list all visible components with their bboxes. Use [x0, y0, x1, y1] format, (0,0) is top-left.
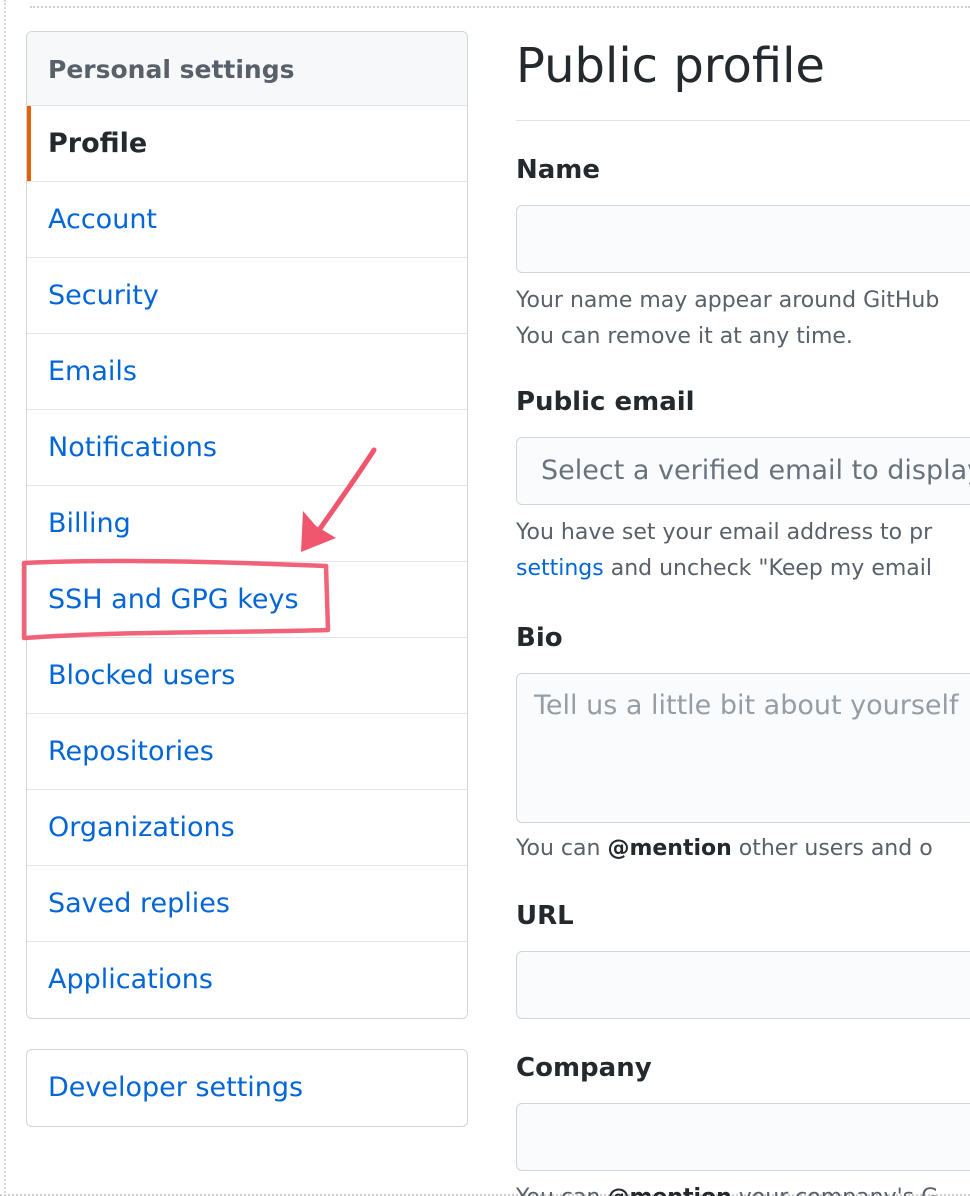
- sidebar-item-billing[interactable]: Billing: [27, 486, 467, 562]
- public-email-select-value: Select a verified email to display: [541, 455, 970, 486]
- settings-page: Personal settings Profile Account Securi…: [0, 0, 970, 1196]
- bio-note-prefix: You can: [516, 836, 608, 861]
- company-input[interactable]: [516, 1103, 970, 1171]
- bio-note: You can @mention other users and o: [516, 831, 933, 867]
- bio-label: Bio: [516, 623, 563, 653]
- sidebar-item-blocked-users[interactable]: Blocked users: [27, 638, 467, 714]
- name-label: Name: [516, 155, 601, 185]
- sidebar-item-developer-settings[interactable]: Developer settings: [27, 1050, 467, 1126]
- name-note-line1: Your name may appear around GitHub: [516, 288, 940, 313]
- menu-heading: Personal settings: [27, 32, 467, 106]
- sidebar-item-emails[interactable]: Emails: [27, 334, 467, 410]
- page-title: Public profile: [516, 38, 825, 94]
- sidebar-item-applications[interactable]: Applications: [27, 942, 467, 1018]
- company-note-suffix: your company's G: [732, 1185, 938, 1196]
- sidebar-item-repositories[interactable]: Repositories: [27, 714, 467, 790]
- sidebar-item-account[interactable]: Account: [27, 182, 467, 258]
- url-input[interactable]: [516, 951, 970, 1019]
- bio-note-mention: @mention: [607, 836, 732, 861]
- public-email-label: Public email: [516, 387, 695, 417]
- dotted-border-top: [30, 0, 970, 8]
- sidebar-item-organizations[interactable]: Organizations: [27, 790, 467, 866]
- company-label: Company: [516, 1053, 652, 1083]
- bio-textarea[interactable]: Tell us a little bit about yourself: [516, 673, 970, 823]
- sidebar-item-ssh-gpg-keys[interactable]: SSH and GPG keys: [27, 562, 467, 638]
- public-email-note-line2: settings and uncheck "Keep my email: [516, 551, 932, 587]
- personal-settings-menu: Personal settings Profile Account Securi…: [26, 31, 468, 1019]
- bio-placeholder: Tell us a little bit about yourself: [534, 690, 959, 721]
- title-divider: [516, 120, 970, 121]
- company-note: You can @mention your company's G: [516, 1180, 938, 1196]
- public-email-note-line1: You have set your email address to pr: [516, 520, 933, 545]
- sidebar-item-security[interactable]: Security: [27, 258, 467, 334]
- name-input[interactable]: [516, 205, 970, 273]
- email-settings-link[interactable]: settings: [516, 556, 604, 581]
- company-note-mention: @mention: [607, 1185, 731, 1196]
- dotted-border-left: [0, 0, 6, 1196]
- public-email-note-rest: and uncheck "Keep my email: [603, 556, 932, 581]
- bio-note-suffix: other users and o: [731, 836, 933, 861]
- url-label: URL: [516, 901, 574, 931]
- sidebar-item-profile[interactable]: Profile: [27, 106, 467, 182]
- sidebar-item-saved-replies[interactable]: Saved replies: [27, 866, 467, 942]
- name-note-line2: You can remove it at any time.: [516, 324, 853, 349]
- developer-settings-menu: Developer settings: [26, 1049, 468, 1127]
- public-email-select[interactable]: Select a verified email to display: [516, 437, 970, 505]
- company-note-prefix: You can: [516, 1185, 607, 1196]
- sidebar-item-notifications[interactable]: Notifications: [27, 410, 467, 486]
